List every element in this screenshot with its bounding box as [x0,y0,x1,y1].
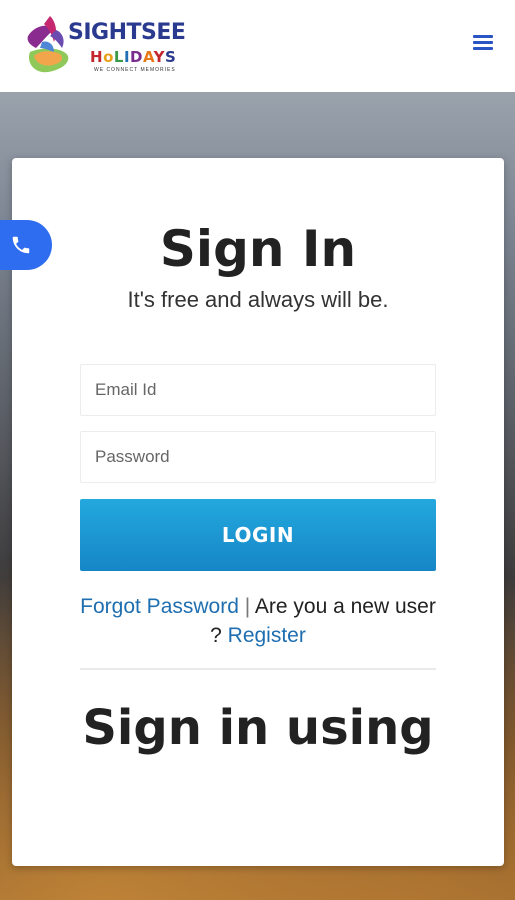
sightsee-holidays-logo[interactable]: SIGHTSEE HoLIDAYS WE CONNECT MEMORIES [24,10,196,78]
login-button[interactable]: LOGIN [80,499,436,571]
logo-letter: H [90,48,104,66]
signin-card: Sign In It's free and always will be. LO… [12,158,504,866]
logo-sub-text: HoLIDAYS [90,48,176,66]
logo-letter: D [130,48,143,66]
page-subtitle: It's free and always will be. [127,287,389,312]
top-header: SIGHTSEE HoLIDAYS WE CONNECT MEMORIES [0,0,515,92]
password-field[interactable] [80,431,436,483]
logo-letter: S [165,48,177,66]
email-field[interactable] [80,364,436,416]
hamburger-bar [473,41,493,44]
logo-tagline: WE CONNECT MEMORIES [94,67,176,73]
page-title: Sign In [159,220,357,278]
logo-letter: Y [153,48,166,66]
phone-icon [12,236,30,254]
logo-letter: A [142,48,154,66]
logo-letter: o [103,48,114,66]
sign-in-using-heading: Sign in using [82,700,434,756]
register-link[interactable]: Register [228,624,306,647]
divider [80,668,436,670]
link-separator: | [244,595,251,618]
logo-mark-icon [27,16,69,73]
forgot-password-link[interactable]: Forgot Password [80,595,239,618]
hamburger-icon[interactable] [471,32,495,54]
hamburger-bar [473,47,493,50]
logo-letter: L [113,48,124,66]
account-links: Forgot Password | Are you a new user ? R… [72,592,444,650]
call-button[interactable] [0,220,52,270]
hamburger-bar [473,35,493,38]
logo-brand-text: SIGHTSEE [68,20,186,45]
